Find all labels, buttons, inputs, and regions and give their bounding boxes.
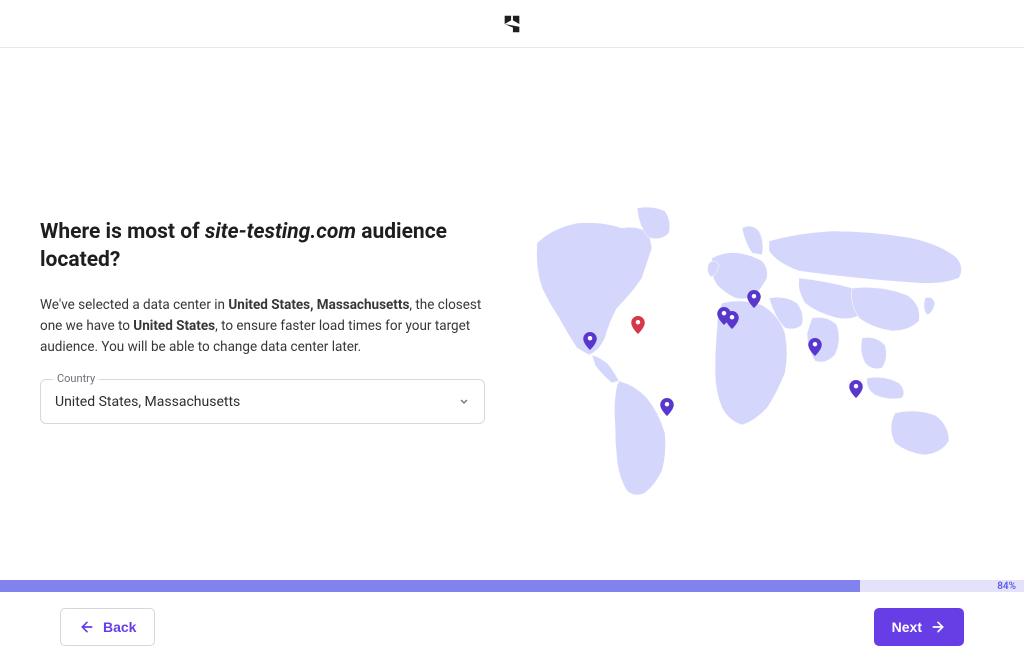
country-select[interactable]: Country United States, Massachusetts bbox=[40, 379, 485, 424]
progress-percent: 84% bbox=[997, 581, 1016, 592]
hostinger-logo-icon bbox=[501, 13, 523, 35]
back-button[interactable]: Back bbox=[60, 608, 155, 646]
description: We've selected a data center in United S… bbox=[40, 295, 485, 358]
progress-bar: 84% bbox=[0, 580, 1024, 592]
left-panel: Where is most of site-testing.com audien… bbox=[40, 98, 485, 503]
next-button[interactable]: Next bbox=[874, 608, 964, 646]
map-pin-europe-west-2 bbox=[725, 311, 739, 329]
arrow-left-icon bbox=[79, 619, 95, 635]
header bbox=[0, 0, 1024, 48]
country-select-label: Country bbox=[53, 372, 99, 385]
world-map bbox=[517, 203, 972, 503]
country-select-value: United States, Massachusetts bbox=[55, 394, 240, 410]
progress-fill bbox=[0, 580, 860, 592]
chevron-down-icon bbox=[458, 392, 470, 411]
map-pin-asia-southeast bbox=[849, 380, 863, 398]
map-pin-us-east-massachusetts bbox=[631, 316, 645, 334]
next-button-label: Next bbox=[892, 619, 922, 635]
world-map-svg bbox=[517, 203, 972, 503]
footer-nav: Back Next bbox=[0, 592, 1024, 662]
right-panel bbox=[505, 98, 984, 503]
back-button-label: Back bbox=[103, 619, 136, 635]
map-pin-us-west bbox=[583, 332, 597, 350]
main-content: Where is most of site-testing.com audien… bbox=[0, 48, 1024, 503]
arrow-right-icon bbox=[930, 619, 946, 635]
map-pin-europe-north bbox=[747, 290, 761, 308]
map-pin-asia-south bbox=[808, 338, 822, 356]
title-prefix: Where is most of bbox=[40, 220, 205, 244]
map-pin-south-america bbox=[660, 398, 674, 416]
page-title: Where is most of site-testing.com audien… bbox=[40, 218, 485, 275]
title-site: site-testing.com bbox=[205, 220, 356, 244]
